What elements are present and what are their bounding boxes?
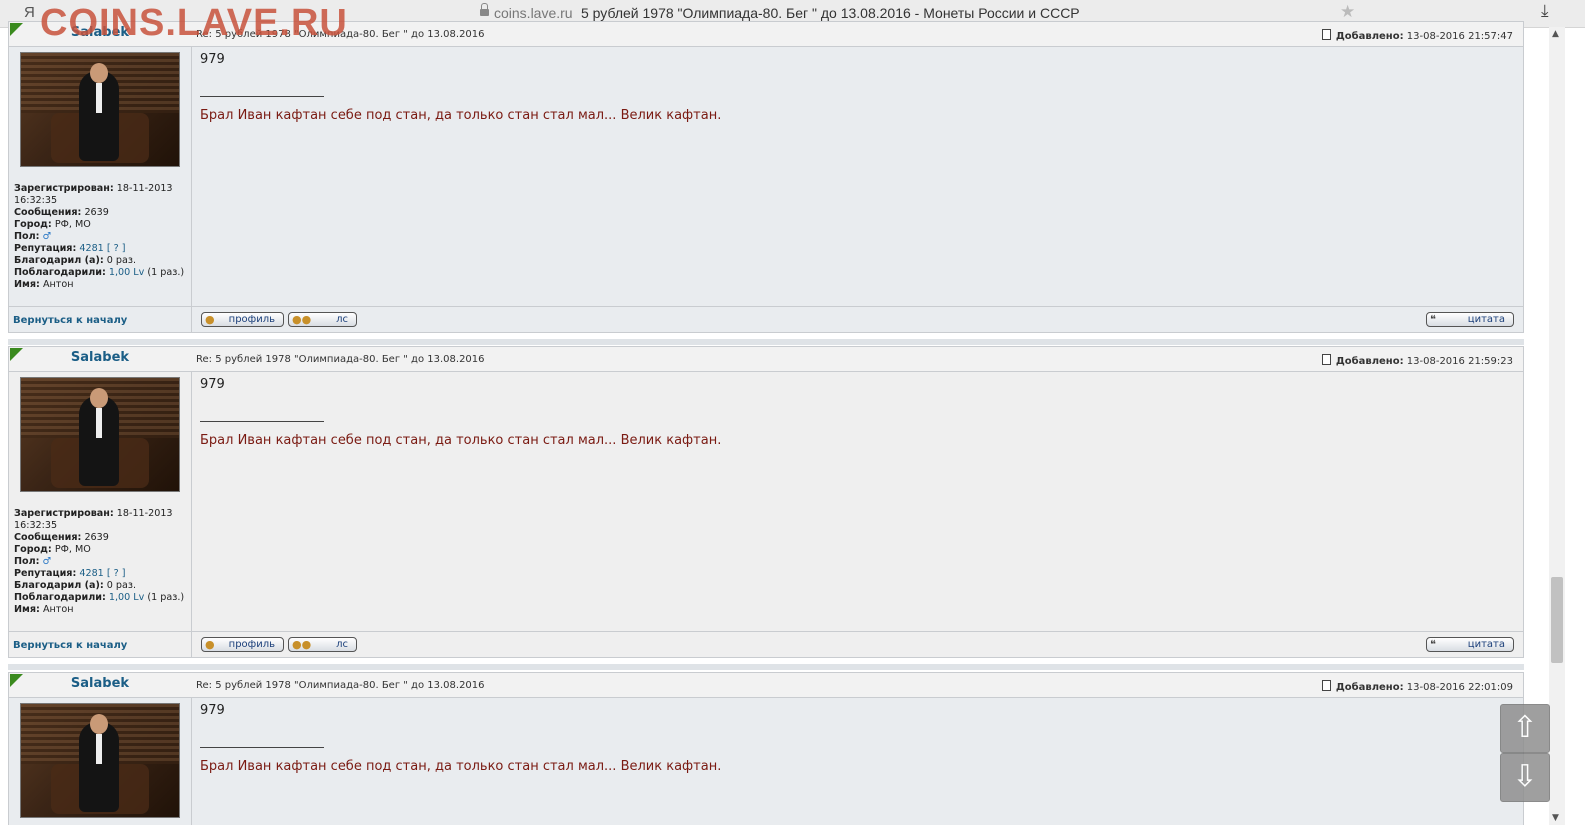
page-title: 5 рублей 1978 "Олимпиада-80. Бег " до 13… [581, 5, 1080, 21]
quote-bubble-icon: ❝ [1430, 313, 1436, 326]
avatar[interactable] [20, 52, 180, 167]
post-message: 979 [200, 703, 225, 718]
post-author[interactable]: Salabek [9, 350, 191, 365]
post-date: Добавлено: 13-08-2016 22:01:09 [1321, 680, 1513, 693]
scroll-down-arrow-icon[interactable]: ▼ [1552, 813, 1559, 823]
reputation-link[interactable]: 4281 [79, 568, 103, 579]
user-panel: Зарегистрирован: 18-11-2013 16:32:35 Соо… [9, 372, 192, 631]
scrollbar-thumb[interactable] [1551, 577, 1563, 663]
post-header: Salabek Re: 5 рублей 1978 "Олимпиада-80.… [8, 672, 1524, 698]
avatar[interactable] [20, 703, 180, 818]
reputation-link[interactable]: 4281 [79, 243, 103, 254]
address-domain[interactable]: coins.lave.ru [494, 5, 573, 21]
post-body: 979 Брал Иван кафтан себе под стан, да т… [8, 698, 1524, 825]
user-info: Зарегистрирован: 18-11-2013 16:32:35 Соо… [14, 508, 185, 615]
post-separator [8, 339, 1524, 345]
post-message: 979 [200, 377, 225, 392]
post-signature: Брал Иван кафтан себе под стан, да тольк… [200, 759, 722, 774]
thanks-link[interactable]: 1,00 Lv [109, 267, 144, 278]
post-date: Добавлено: 13-08-2016 21:57:47 [1321, 29, 1513, 42]
download-icon[interactable]: ⤓ [1541, 1, 1549, 21]
post-footer: Вернуться к началу ● профиль ●● лс ❝ цитата [8, 306, 1524, 333]
profile-button[interactable]: ● профиль [201, 312, 284, 327]
users-icon: ●● [292, 638, 312, 651]
user-icon: ● [205, 313, 215, 326]
post-date: Добавлено: 13-08-2016 21:59:23 [1321, 354, 1513, 367]
post-signature: Брал Иван кафтан себе под стан, да тольк… [200, 433, 722, 448]
quote-bubble-icon: ❝ [1430, 638, 1436, 651]
quote-button[interactable]: ❝ цитата [1426, 637, 1514, 652]
post-separator [8, 664, 1524, 670]
bookmark-star-icon[interactable]: ★ [1340, 2, 1355, 22]
scroll-to-bottom-button[interactable]: ⇩ [1500, 753, 1550, 802]
lock-icon [480, 3, 489, 17]
post-author[interactable]: Salabek [9, 676, 191, 691]
pm-button[interactable]: ●● лс [288, 637, 357, 652]
post-message: 979 [200, 52, 225, 67]
profile-button[interactable]: ● профиль [201, 637, 284, 652]
male-icon: ♂ [42, 231, 52, 242]
avatar[interactable] [20, 377, 180, 492]
user-panel [9, 698, 192, 825]
back-to-top-link[interactable]: Вернуться к началу [13, 640, 127, 651]
reputation-help-link[interactable]: [ ? ] [107, 568, 126, 579]
post-subject: Re: 5 рублей 1978 "Олимпиада-80. Бег " д… [196, 354, 485, 365]
male-icon: ♂ [42, 556, 52, 567]
signature-divider [200, 747, 324, 748]
user-info: Зарегистрирован: 18-11-2013 16:32:35 Соо… [14, 183, 185, 290]
pm-button[interactable]: ●● лс [288, 312, 357, 327]
thanks-link[interactable]: 1,00 Lv [109, 592, 144, 603]
post-body: Зарегистрирован: 18-11-2013 16:32:35 Соо… [8, 372, 1524, 631]
scroll-to-top-button[interactable]: ⇧ [1500, 704, 1550, 753]
post-header: Salabek Re: 5 рублей 1978 "Олимпиада-80.… [8, 21, 1524, 47]
post-link-icon[interactable] [1321, 680, 1331, 691]
signature-divider [200, 96, 324, 97]
reputation-help-link[interactable]: [ ? ] [107, 243, 126, 254]
post-author[interactable]: Salabek [9, 25, 191, 40]
post-header: Salabek Re: 5 рублей 1978 "Олимпиада-80.… [8, 346, 1524, 372]
post-subject: Re: 5 рублей 1978 "Олимпиада-80. Бег " д… [196, 680, 485, 691]
yandex-logo[interactable]: Я [24, 4, 35, 21]
vertical-scrollbar[interactable]: ▲ ▼ [1549, 27, 1565, 825]
user-panel: Зарегистрирован: 18-11-2013 16:32:35 Соо… [9, 47, 192, 306]
back-to-top-link[interactable]: Вернуться к началу [13, 315, 127, 326]
quote-button[interactable]: ❝ цитата [1426, 312, 1514, 327]
post-footer: Вернуться к началу ● профиль ●● лс ❝ цитата [8, 631, 1524, 658]
users-icon: ●● [292, 313, 312, 326]
post-link-icon[interactable] [1321, 354, 1331, 365]
signature-divider [200, 421, 324, 422]
post-body: Зарегистрирован: 18-11-2013 16:32:35 Соо… [8, 47, 1524, 306]
post-signature: Брал Иван кафтан себе под стан, да тольк… [200, 108, 722, 123]
scroll-up-arrow-icon[interactable]: ▲ [1552, 29, 1559, 39]
post-subject: Re: 5 рублей 1978 "Олимпиада-80. Бег " д… [196, 29, 485, 40]
post-link-icon[interactable] [1321, 29, 1331, 40]
user-icon: ● [205, 638, 215, 651]
